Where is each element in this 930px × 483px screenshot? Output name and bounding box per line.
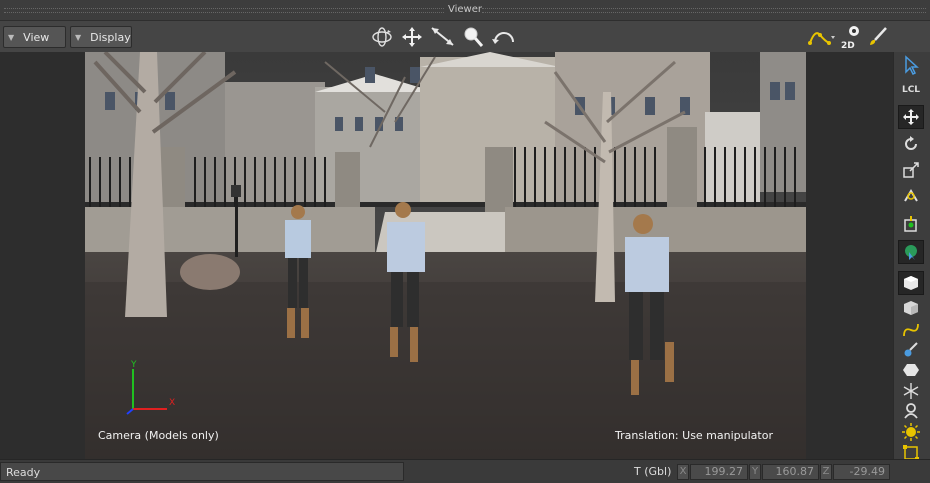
- dolly-icon[interactable]: [429, 23, 457, 51]
- lcl-label: LCL: [901, 85, 921, 95]
- transform-mode-label: T (Gbl): [634, 465, 672, 478]
- status-message: Ready: [0, 462, 404, 481]
- x-axis-label: X: [677, 464, 689, 480]
- y-axis-label: Y: [749, 464, 761, 480]
- pivot-icon[interactable]: [898, 212, 924, 236]
- 3d-viewport[interactable]: Y X Camera (Models only) Translation: Us…: [85, 52, 806, 459]
- scene-render: Y X: [85, 52, 806, 459]
- z-axis-label: Z: [820, 464, 832, 480]
- axis-x-label: X: [169, 398, 175, 408]
- axis-y-label: Y: [130, 360, 137, 370]
- view-menu-button[interactable]: ▼ View: [3, 26, 66, 48]
- right-toolbar: LCL: [893, 52, 930, 462]
- local-icon[interactable]: LCL: [898, 78, 924, 102]
- viewer-toolbar: ▼ View ▼ Display 2D: [0, 20, 930, 52]
- chevron-down-icon: ▼: [8, 32, 15, 42]
- two-d-label: 2D: [841, 41, 855, 50]
- viewport-frame: Y X Camera (Models only) Translation: Us…: [0, 52, 893, 459]
- magnet-icon[interactable]: [898, 184, 924, 208]
- camera-label: Camera (Models only): [98, 429, 219, 442]
- display-menu-label: Display: [90, 30, 131, 44]
- undo-camera-icon[interactable]: [490, 23, 518, 51]
- z-coordinate-field[interactable]: -29.49: [833, 464, 890, 480]
- translate-icon[interactable]: [898, 105, 924, 129]
- view-menu-label: View: [23, 30, 50, 44]
- chevron-down-icon: ▼: [75, 32, 82, 42]
- translation-status: Translation: Use manipulator: [615, 429, 773, 442]
- viewer-titlebar: Viewer: [0, 0, 930, 20]
- titlebar-grip-right: [482, 8, 926, 13]
- globe-select-icon[interactable]: [898, 240, 924, 264]
- status-bar: Ready T (Gbl) X 199.27 Y 160.87 Z -29.49: [0, 459, 930, 483]
- scale-icon[interactable]: [898, 158, 924, 182]
- zoom-icon[interactable]: [459, 23, 487, 51]
- pan-icon[interactable]: [398, 23, 426, 51]
- select-icon[interactable]: [898, 53, 924, 77]
- fcurve-icon[interactable]: [806, 23, 838, 51]
- cube-icon-2[interactable]: [898, 296, 924, 320]
- cube-icon[interactable]: [898, 271, 924, 295]
- x-coordinate-field[interactable]: 199.27: [690, 464, 748, 480]
- y-coordinate-field[interactable]: 160.87: [762, 464, 819, 480]
- rotate-icon[interactable]: [898, 132, 924, 156]
- orbit-icon[interactable]: [368, 23, 396, 51]
- display-menu-button[interactable]: ▼ Display: [70, 26, 132, 48]
- paint-icon[interactable]: [864, 23, 892, 51]
- 2d-view-icon[interactable]: 2D: [838, 23, 866, 51]
